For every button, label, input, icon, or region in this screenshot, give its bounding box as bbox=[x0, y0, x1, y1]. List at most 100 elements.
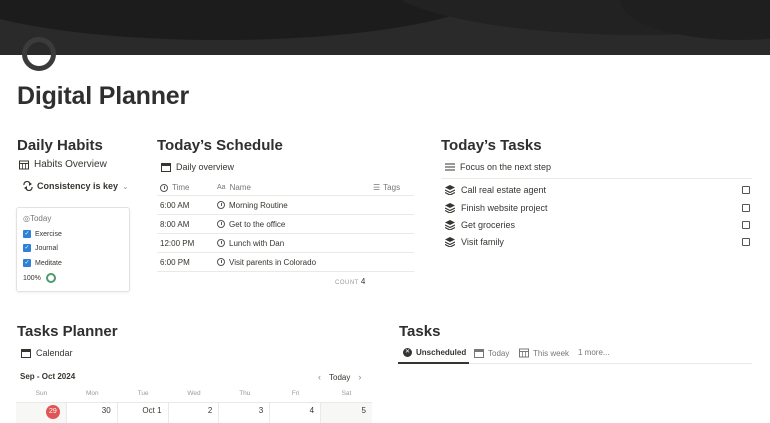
habit-item[interactable]: ✓ Exercise bbox=[23, 230, 62, 238]
habit-item[interactable]: ✓ Journal bbox=[23, 244, 58, 252]
habits-filter-dropdown[interactable]: Consistency is key ⌄ bbox=[23, 181, 129, 191]
day-number: Oct 1 bbox=[142, 406, 162, 415]
tab-unscheduled[interactable]: ✕ Unscheduled bbox=[403, 348, 466, 357]
task-label[interactable]: Get groceries bbox=[461, 220, 742, 230]
calendar-grid: 29 30 Oct 1 2 3 4 5 bbox=[16, 402, 372, 423]
tasks-heading: Tasks bbox=[399, 323, 441, 340]
schedule-view-tab[interactable]: Daily overview bbox=[161, 162, 234, 172]
table-row[interactable]: 8:00 AM Get to the office bbox=[157, 215, 414, 234]
task-checkbox[interactable] bbox=[742, 221, 750, 229]
close-circle-icon: ✕ bbox=[403, 348, 412, 357]
today-button[interactable]: Today bbox=[329, 373, 350, 382]
table-grid-icon bbox=[19, 160, 29, 170]
tasks-today-heading: Today’s Tasks bbox=[441, 137, 542, 154]
row-name[interactable]: Lunch with Dan bbox=[229, 239, 284, 248]
calendar-day[interactable]: 30 bbox=[67, 403, 118, 423]
weekday-label: Thu bbox=[239, 390, 251, 397]
checkbox-checked-icon[interactable]: ✓ bbox=[23, 244, 31, 252]
table-row[interactable]: 6:00 AM Morning Routine bbox=[157, 196, 414, 215]
schedule-view-label: Daily overview bbox=[176, 162, 235, 172]
calendar-day[interactable]: Oct 1 bbox=[118, 403, 169, 423]
tab-this-week[interactable]: This week bbox=[519, 348, 569, 358]
column-label: Tags bbox=[383, 183, 401, 192]
table-row[interactable]: 6:00 PM Visit parents in Colorado bbox=[157, 253, 414, 272]
planner-heading: Tasks Planner bbox=[17, 323, 118, 340]
calendar-day[interactable]: 29 bbox=[16, 403, 67, 423]
tab-label: Today bbox=[488, 348, 510, 358]
calendar-day[interactable]: 4 bbox=[270, 403, 322, 423]
column-time[interactable]: Time bbox=[157, 183, 217, 192]
tab-label: 1 more... bbox=[578, 348, 610, 357]
calendar-day[interactable]: 2 bbox=[169, 403, 220, 423]
stack-icon bbox=[445, 185, 455, 195]
chevron-left-icon[interactable]: ‹ bbox=[318, 372, 321, 382]
task-item[interactable]: Call real estate agent bbox=[445, 185, 750, 195]
calendar-icon bbox=[21, 348, 31, 358]
weekday-label: Sat bbox=[341, 390, 352, 397]
table-header: Time Aa Name ☰ Tags bbox=[157, 180, 414, 196]
weekday-label: Tue bbox=[137, 390, 149, 397]
column-tags[interactable]: ☰ Tags bbox=[373, 183, 414, 192]
progress-percent: 100% bbox=[23, 274, 41, 282]
calendar-icon bbox=[474, 348, 484, 358]
stack-icon bbox=[445, 220, 455, 230]
day-number: 4 bbox=[309, 406, 315, 415]
habit-card[interactable]: ◎Today ✓ Exercise ✓ Journal ✓ Meditate 1… bbox=[16, 207, 130, 292]
task-checkbox[interactable] bbox=[742, 238, 750, 246]
tab-label: Unscheduled bbox=[416, 348, 467, 357]
checkbox-checked-icon[interactable]: ✓ bbox=[23, 259, 31, 267]
task-item[interactable]: Finish website project bbox=[445, 203, 750, 213]
row-name[interactable]: Visit parents in Colorado bbox=[229, 258, 316, 267]
task-item[interactable]: Visit family bbox=[445, 237, 750, 247]
active-tab-indicator bbox=[398, 362, 469, 364]
habits-view-label: Habits Overview bbox=[34, 159, 107, 170]
checkbox-checked-icon[interactable]: ✓ bbox=[23, 230, 31, 238]
column-label: Time bbox=[172, 183, 190, 192]
clock-icon bbox=[160, 183, 168, 192]
task-label[interactable]: Visit family bbox=[461, 237, 742, 247]
calendar-grid-icon bbox=[519, 348, 529, 358]
task-item[interactable]: Get groceries bbox=[445, 220, 750, 230]
habits-view-tab[interactable]: Habits Overview bbox=[19, 159, 107, 170]
tab-today[interactable]: Today bbox=[474, 348, 509, 358]
day-number: 5 bbox=[361, 406, 366, 415]
habit-item[interactable]: ✓ Meditate bbox=[23, 259, 62, 267]
task-label[interactable]: Call real estate agent bbox=[461, 185, 742, 195]
day-number: 3 bbox=[258, 406, 264, 415]
task-checkbox[interactable] bbox=[742, 186, 750, 194]
chevron-down-icon: ⌄ bbox=[122, 181, 129, 191]
divider bbox=[441, 178, 752, 179]
calendar-day[interactable]: 3 bbox=[219, 403, 271, 423]
count-label: COUNT bbox=[335, 280, 359, 286]
row-time: 8:00 AM bbox=[160, 219, 190, 229]
cover-image bbox=[0, 0, 770, 55]
page-icon[interactable] bbox=[22, 37, 56, 71]
chevron-right-icon[interactable]: › bbox=[358, 372, 361, 382]
stack-icon bbox=[445, 237, 455, 247]
planner-view-tab[interactable]: Calendar bbox=[21, 348, 73, 358]
column-name[interactable]: Aa Name bbox=[217, 183, 373, 192]
calendar-weekdays: Sun Mon Tue Wed Thu Fri Sat bbox=[16, 390, 372, 397]
weekday-label: Sun bbox=[35, 390, 48, 397]
task-checkbox[interactable] bbox=[742, 204, 750, 212]
task-label[interactable]: Finish website project bbox=[461, 203, 742, 213]
table-row[interactable]: 12:00 PM Lunch with Dan bbox=[157, 234, 414, 253]
habit-progress: 100% bbox=[23, 273, 56, 283]
clock-icon bbox=[217, 239, 225, 247]
tab-more[interactable]: 1 more... bbox=[578, 348, 610, 357]
weekday-label: Wed bbox=[187, 390, 201, 397]
planner-view-label: Calendar bbox=[36, 348, 73, 358]
progress-ring-icon bbox=[45, 273, 56, 283]
weekday-label: Mon bbox=[85, 390, 99, 397]
text-type-icon: Aa bbox=[217, 184, 226, 191]
calendar-day[interactable]: 5 bbox=[321, 403, 372, 423]
row-name[interactable]: Get to the office bbox=[229, 220, 285, 229]
habit-card-title: ◎Today bbox=[23, 214, 52, 223]
clock-icon bbox=[217, 201, 225, 209]
habit-label: Meditate bbox=[35, 259, 62, 267]
tasks-today-view-label: Focus on the next step bbox=[460, 162, 552, 172]
tasks-today-view-tab[interactable]: Focus on the next step bbox=[445, 162, 551, 172]
row-count: COUNT 4 bbox=[335, 277, 365, 286]
row-name[interactable]: Morning Routine bbox=[229, 201, 288, 210]
row-time: 6:00 AM bbox=[160, 200, 190, 210]
